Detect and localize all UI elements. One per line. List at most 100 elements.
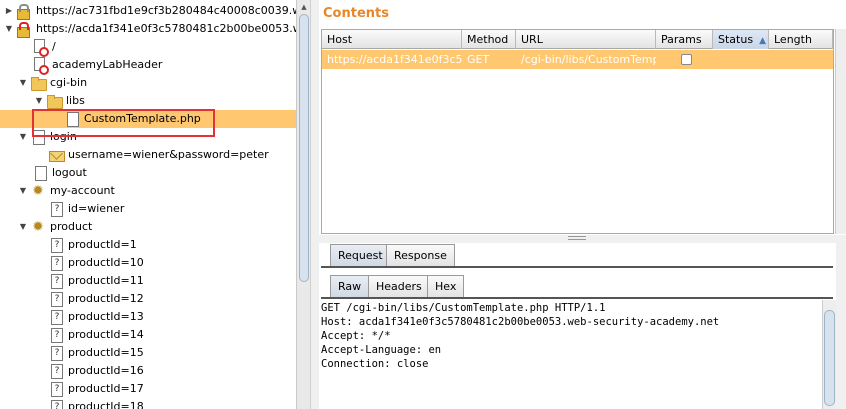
tree-node-label: productId=15: [68, 346, 144, 359]
tree-node-root-path[interactable]: /: [32, 38, 56, 57]
tree-node-product-id[interactable]: productId=14: [48, 326, 144, 344]
collapse-icon[interactable]: ▼: [34, 92, 44, 110]
right-edge-panel: [836, 243, 846, 409]
scroll-up-icon[interactable]: ▲: [299, 2, 309, 12]
tree-node-label: productId=11: [68, 274, 144, 287]
collapse-icon[interactable]: ▼: [18, 218, 28, 236]
file-red-icon: [32, 57, 49, 75]
tree-node-product-id[interactable]: productId=16: [48, 362, 144, 380]
tree-node-product-id[interactable]: productId=11: [48, 272, 144, 290]
subtab-headers[interactable]: Headers: [368, 275, 430, 298]
tree-node-label: product: [50, 220, 93, 233]
cell-url: /cgi-bin/libs/CustomTempl...: [521, 53, 656, 66]
tree-node-product-id[interactable]: productId=15: [48, 344, 144, 362]
tree-node-label: id=wiener: [68, 202, 125, 215]
tree-node-label: productId=16: [68, 364, 144, 377]
tab-response[interactable]: Response: [386, 244, 455, 267]
collapse-icon[interactable]: ▼: [18, 74, 28, 92]
tree-node-libs[interactable]: ▼ libs: [34, 92, 85, 110]
params-checkbox[interactable]: [681, 54, 692, 65]
tree-node-label: /: [52, 40, 56, 53]
tree-node-login-params[interactable]: username=wiener&password=peter: [48, 146, 269, 164]
tree-node-id-wiener[interactable]: id=wiener: [48, 200, 124, 218]
column-header-status-label: Status: [718, 33, 754, 46]
column-header-length[interactable]: Length: [769, 30, 833, 49]
tree-node-label: productId=14: [68, 328, 144, 341]
vertical-splitter[interactable]: [310, 0, 319, 409]
tree-node-product-id[interactable]: productId=18: [48, 398, 144, 409]
tree-node-label: https://ac731fbd1e9cf3b280484c40008c0039…: [36, 4, 296, 17]
file-question-icon: [48, 381, 64, 397]
subtab-raw[interactable]: Raw: [330, 275, 370, 298]
file-question-icon: [48, 327, 64, 343]
cell-method: GET: [467, 53, 490, 66]
tree-node-product-id[interactable]: productId=17: [48, 380, 144, 398]
tree-node-label: productId=13: [68, 310, 144, 323]
tree-node-label: productId=17: [68, 382, 144, 395]
raw-line: Host: acda1f341e0f3c5780481c2b00be0053.w…: [321, 316, 720, 328]
tree-node-label: https://acda1f341e0f3c5780481c2b00be0053…: [36, 22, 296, 35]
raw-request-editor[interactable]: GET /cgi-bin/libs/CustomTemplate.php HTT…: [321, 301, 821, 409]
gear-icon: ✹: [32, 183, 44, 199]
tree-node-product-id[interactable]: productId=12: [48, 290, 144, 308]
tree-scrollbar-thumb[interactable]: [299, 14, 309, 282]
subtab-divider: [321, 297, 833, 299]
raw-line: Accept: */*: [321, 330, 391, 342]
column-header-url[interactable]: URL: [516, 30, 656, 49]
tree-node-product-id[interactable]: productId=13: [48, 308, 144, 326]
file-question-icon: [48, 255, 64, 271]
contents-title: Contents: [323, 6, 389, 21]
raw-scrollbar-thumb[interactable]: [824, 310, 835, 406]
column-header-status[interactable]: Status ▲: [713, 30, 769, 49]
table-header: Host Method URL Params Status ▲ Length: [322, 30, 833, 49]
sort-ascending-icon: ▲: [759, 36, 766, 46]
gear-icon: ✹: [32, 219, 44, 235]
tree-node-label: productId=18: [68, 400, 144, 409]
column-header-host[interactable]: Host: [322, 30, 462, 49]
tree-node-label: productId=10: [68, 256, 144, 269]
collapse-icon[interactable]: ▼: [4, 20, 14, 38]
tree-node-product-id[interactable]: productId=1: [48, 236, 137, 254]
lock-red-icon: [16, 21, 32, 38]
raw-scrollbar[interactable]: [822, 300, 836, 409]
tab-request[interactable]: Request: [330, 244, 391, 267]
file-question-icon: [48, 291, 64, 307]
folder-icon: [46, 93, 63, 109]
raw-line: Connection: close: [321, 358, 429, 370]
site-map-tree: ▶ https://ac731fbd1e9cf3b280484c40008c00…: [0, 0, 296, 409]
tree-node-label: logout: [52, 166, 87, 179]
tree-node-academylabheader[interactable]: academyLabHeader: [32, 56, 163, 75]
collapse-icon[interactable]: ▼: [18, 182, 28, 200]
expand-icon[interactable]: ▶: [4, 2, 14, 20]
file-question-icon: [48, 237, 64, 253]
tree-node-host-1[interactable]: ▶ https://ac731fbd1e9cf3b280484c40008c00…: [4, 2, 296, 20]
tree-node-product-id[interactable]: productId=10: [48, 254, 144, 272]
tree-node-product[interactable]: ▼ ✹ product: [18, 218, 92, 236]
file-question-icon: [48, 309, 64, 325]
contents-table: Host Method URL Params Status ▲ Length ht…: [321, 29, 834, 234]
subtab-hex[interactable]: Hex: [427, 275, 465, 298]
tree-scrollbar[interactable]: ▲: [296, 0, 310, 409]
tree-node-logout[interactable]: logout: [32, 164, 87, 182]
tree-node-label: my-account: [50, 184, 115, 197]
splitter-grip-icon[interactable]: [568, 236, 586, 240]
mail-icon: [48, 147, 65, 163]
column-header-params[interactable]: Params: [656, 30, 713, 49]
cell-host: https://acda1f341e0f3c5...: [327, 53, 462, 66]
tree-node-my-account[interactable]: ▼ ✹ my-account: [18, 182, 115, 200]
file-question-icon: [48, 363, 64, 379]
tree-node-label: cgi-bin: [50, 76, 88, 89]
file-icon: [32, 165, 48, 181]
collapse-icon[interactable]: ▼: [18, 128, 28, 146]
tree-node-cgi-bin[interactable]: ▼ cgi-bin: [18, 74, 87, 92]
tree-node-label: academyLabHeader: [52, 58, 163, 71]
column-header-method[interactable]: Method: [462, 30, 516, 49]
tree-node-label: libs: [66, 94, 85, 107]
file-question-icon: [48, 201, 64, 217]
tree-node-host-2[interactable]: ▼ https://acda1f341e0f3c5780481c2b00be00…: [4, 20, 296, 38]
file-question-icon: [48, 399, 64, 409]
table-scrollbar[interactable]: [835, 29, 846, 234]
annotation-highlight-box: [32, 109, 215, 137]
table-row[interactable]: https://acda1f341e0f3c5... GET /cgi-bin/…: [322, 50, 833, 69]
tree-node-label: productId=12: [68, 292, 144, 305]
